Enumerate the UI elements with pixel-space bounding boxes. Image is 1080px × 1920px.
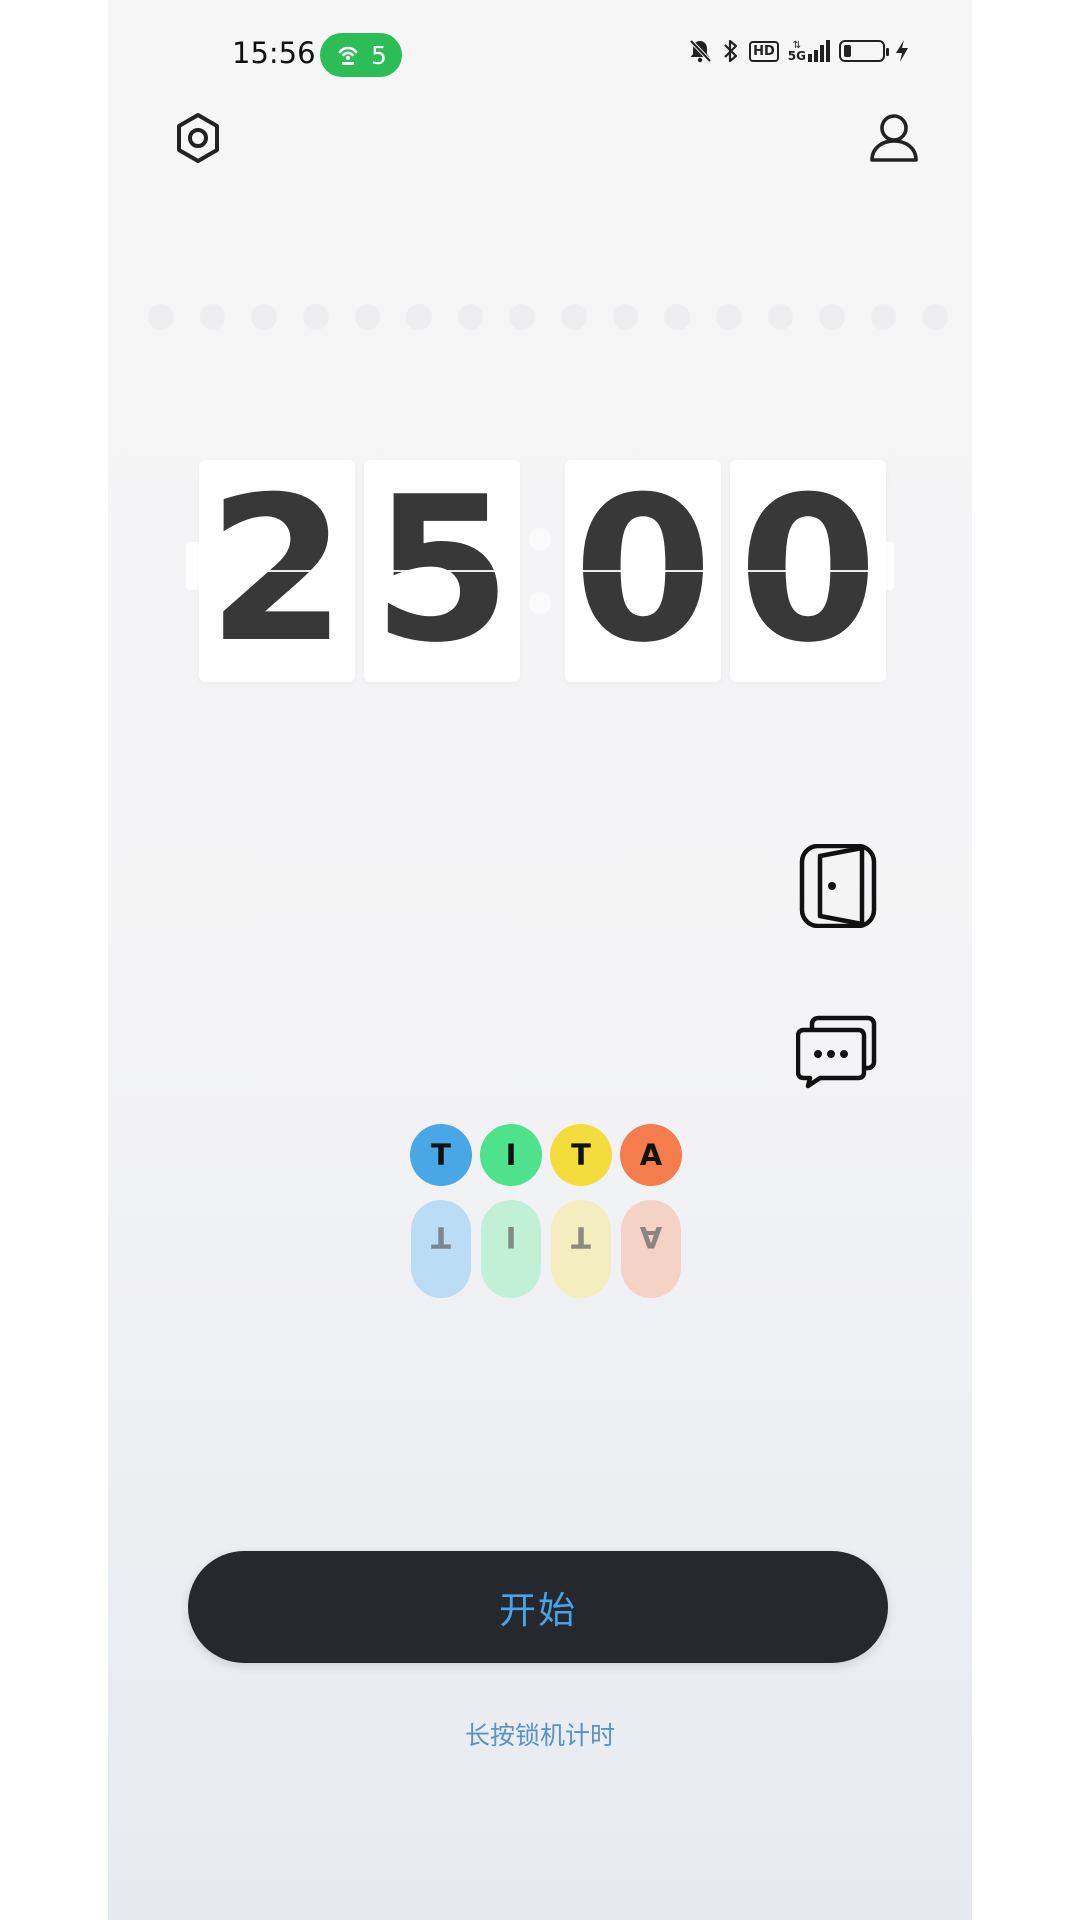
- minute-ones-card: 5: [364, 460, 520, 682]
- flip-clock: 2 5 0 0: [108, 0, 972, 720]
- badge-reflection: T: [411, 1200, 471, 1298]
- app-screen: 15:56 5 HD ⇅ 5G 2 5 0 0 T I T A T I T A …: [108, 0, 972, 1920]
- start-button[interactable]: 开始: [188, 1551, 888, 1663]
- tita-badges: T I T A T I T A: [410, 1124, 690, 1304]
- colon-dot: [529, 528, 551, 550]
- second-ones-card: 0: [730, 460, 886, 682]
- lock-timer-hint[interactable]: 长按锁机计时: [108, 1716, 972, 1752]
- minute-tens-card: 2: [199, 460, 355, 682]
- second-tens-card: 0: [565, 460, 721, 682]
- door-exit-icon[interactable]: [796, 844, 880, 928]
- badge-t[interactable]: T: [550, 1124, 612, 1186]
- badge-t[interactable]: T: [410, 1124, 472, 1186]
- colon-dot: [529, 592, 551, 614]
- chat-bubbles-icon[interactable]: [796, 1014, 880, 1098]
- badge-reflection: A: [621, 1200, 681, 1298]
- badge-i[interactable]: I: [480, 1124, 542, 1186]
- badge-reflection: I: [481, 1200, 541, 1298]
- badge-reflection: T: [551, 1200, 611, 1298]
- badge-a[interactable]: A: [620, 1124, 682, 1186]
